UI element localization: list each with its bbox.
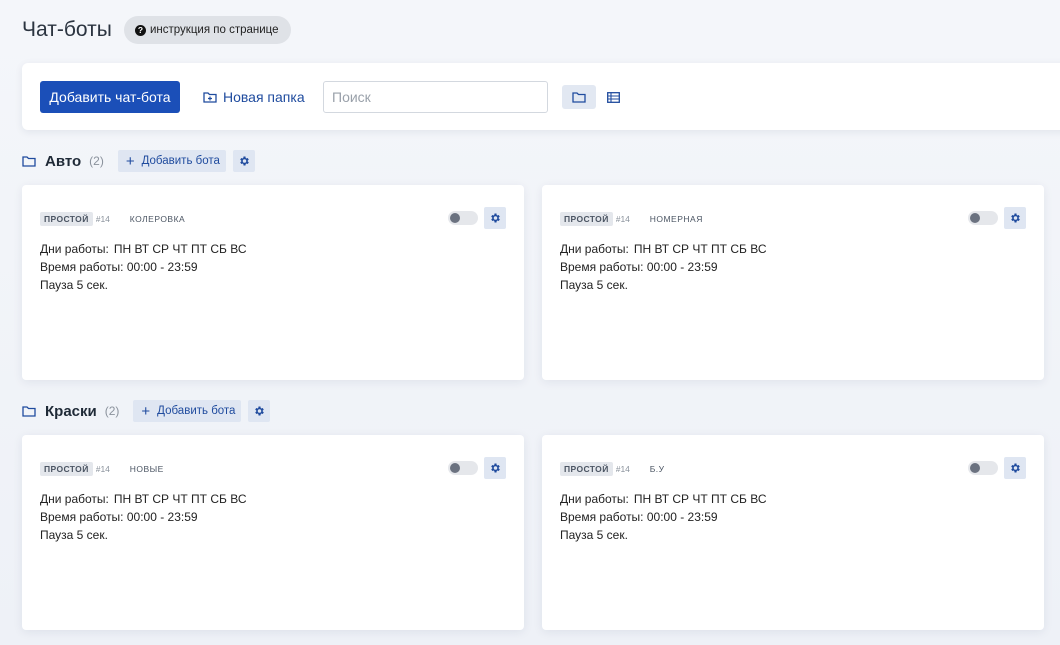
work-time: Время работы: 00:00 - 23:59 [40, 260, 198, 274]
bot-enable-toggle[interactable] [448, 461, 478, 475]
toolbar: Добавить чат-бота Новая папка [22, 63, 1060, 130]
new-folder-button[interactable]: Новая папка [203, 89, 305, 105]
bot-settings-button[interactable] [484, 457, 506, 479]
folder-plus-icon [203, 92, 217, 103]
folder-settings-button[interactable] [232, 150, 255, 172]
bot-name: Б.У [649, 464, 665, 474]
help-label: инструкция по странице [150, 24, 279, 36]
folder-settings-button[interactable] [248, 400, 271, 422]
page-title: Чат-боты [22, 18, 112, 41]
bot-type-badge: ПРОСТОЙ [560, 462, 613, 476]
folder-header-avto: Авто (2) + Добавить бота [22, 150, 255, 172]
bot-card[interactable]: ПРОСТОЙ #14 НОМЕРНАЯ Дни работы: ПН ВТ СР… [542, 185, 1044, 380]
folder-header-kraski: Краски (2) + Добавить бота [22, 400, 271, 422]
bot-type-badge: ПРОСТОЙ [560, 212, 613, 226]
bot-id: #14 [615, 214, 630, 224]
bot-name: НОВЫЕ [129, 464, 164, 474]
bot-type-badge: ПРОСТОЙ [40, 212, 93, 226]
folder-icon [572, 92, 586, 103]
bot-info: Дни работы: ПН ВТ СР ЧТ ПТ СБ ВС Время ра… [40, 490, 246, 544]
gear-icon [240, 156, 249, 166]
toggle-knob [450, 213, 460, 223]
plus-icon: + [125, 152, 135, 170]
work-time: Время работы: 00:00 - 23:59 [40, 510, 198, 524]
gear-icon [255, 406, 265, 416]
bot-info: Дни работы: ПН ВТ СР ЧТ ПТ СБ ВС Время ра… [560, 490, 766, 544]
bot-enable-toggle[interactable] [968, 211, 998, 225]
search-input[interactable] [323, 81, 548, 113]
folder-name[interactable]: Авто [45, 153, 81, 170]
table-list-icon [606, 91, 620, 103]
bot-info: Дни работы: ПН ВТ СР ЧТ ПТ СБ ВС Время ра… [40, 240, 246, 294]
bot-id: #14 [615, 464, 630, 474]
work-days: Дни работы: ПН ВТ СР ЧТ ПТ СБ ВС [40, 492, 247, 506]
gear-icon [1011, 463, 1020, 473]
folder-name[interactable]: Краски [45, 403, 97, 420]
bot-name: КОЛЕРОВКА [129, 214, 186, 224]
add-bot-label: Добавить бота [141, 155, 220, 167]
pause: Пауза 5 сек. [40, 528, 108, 542]
bot-enable-toggle[interactable] [448, 211, 478, 225]
pause: Пауза 5 сек. [560, 528, 628, 542]
bot-card[interactable]: ПРОСТОЙ #14 Б.У Дни работы: ПН ВТ СР ЧТ П… [542, 435, 1044, 630]
work-days: Дни работы: ПН ВТ СР ЧТ ПТ СБ ВС [560, 242, 767, 256]
folder-icon [22, 406, 36, 417]
bot-info: Дни работы: ПН ВТ СР ЧТ ПТ СБ ВС Время ра… [560, 240, 766, 294]
work-days: Дни работы: ПН ВТ СР ЧТ ПТ СБ ВС [560, 492, 767, 506]
work-time: Время работы: 00:00 - 23:59 [560, 260, 718, 274]
bot-id: #14 [95, 464, 110, 474]
folder-icon [22, 156, 36, 167]
bot-enable-toggle[interactable] [968, 461, 998, 475]
add-bot-button[interactable]: + Добавить бота [133, 400, 242, 422]
folder-view-button[interactable] [562, 85, 596, 109]
bot-id: #14 [95, 214, 110, 224]
folder-count: (2) [89, 154, 104, 168]
gear-icon [1011, 213, 1020, 223]
add-bot-label: Добавить бота [157, 405, 236, 417]
add-bot-button[interactable]: + Добавить бота [117, 150, 226, 172]
bot-settings-button[interactable] [484, 207, 506, 229]
question-icon: ? [135, 24, 146, 36]
toggle-knob [970, 213, 980, 223]
bot-card[interactable]: ПРОСТОЙ #14 КОЛЕРОВКА Дни работы: ПН ВТ С… [22, 185, 524, 380]
bot-settings-button[interactable] [1004, 207, 1026, 229]
list-view-button[interactable] [596, 85, 630, 109]
plus-icon: + [141, 402, 151, 420]
gear-icon [491, 213, 500, 223]
bot-type-badge: ПРОСТОЙ [40, 462, 93, 476]
bot-name: НОМЕРНАЯ [649, 214, 703, 224]
pause: Пауза 5 сек. [40, 278, 108, 292]
work-days: Дни работы: ПН ВТ СР ЧТ ПТ СБ ВС [40, 242, 247, 256]
folder-count: (2) [104, 404, 120, 418]
bot-card[interactable]: ПРОСТОЙ #14 НОВЫЕ Дни работы: ПН ВТ СР ЧТ… [22, 435, 524, 630]
bot-settings-button[interactable] [1004, 457, 1026, 479]
toggle-knob [450, 463, 460, 473]
new-folder-label: Новая папка [223, 89, 305, 105]
add-chatbot-button[interactable]: Добавить чат-бота [40, 81, 180, 113]
work-time: Время работы: 00:00 - 23:59 [560, 510, 718, 524]
toggle-knob [970, 463, 980, 473]
pause: Пауза 5 сек. [560, 278, 628, 292]
page-help-button[interactable]: ? инструкция по странице [124, 16, 291, 44]
gear-icon [491, 463, 500, 473]
